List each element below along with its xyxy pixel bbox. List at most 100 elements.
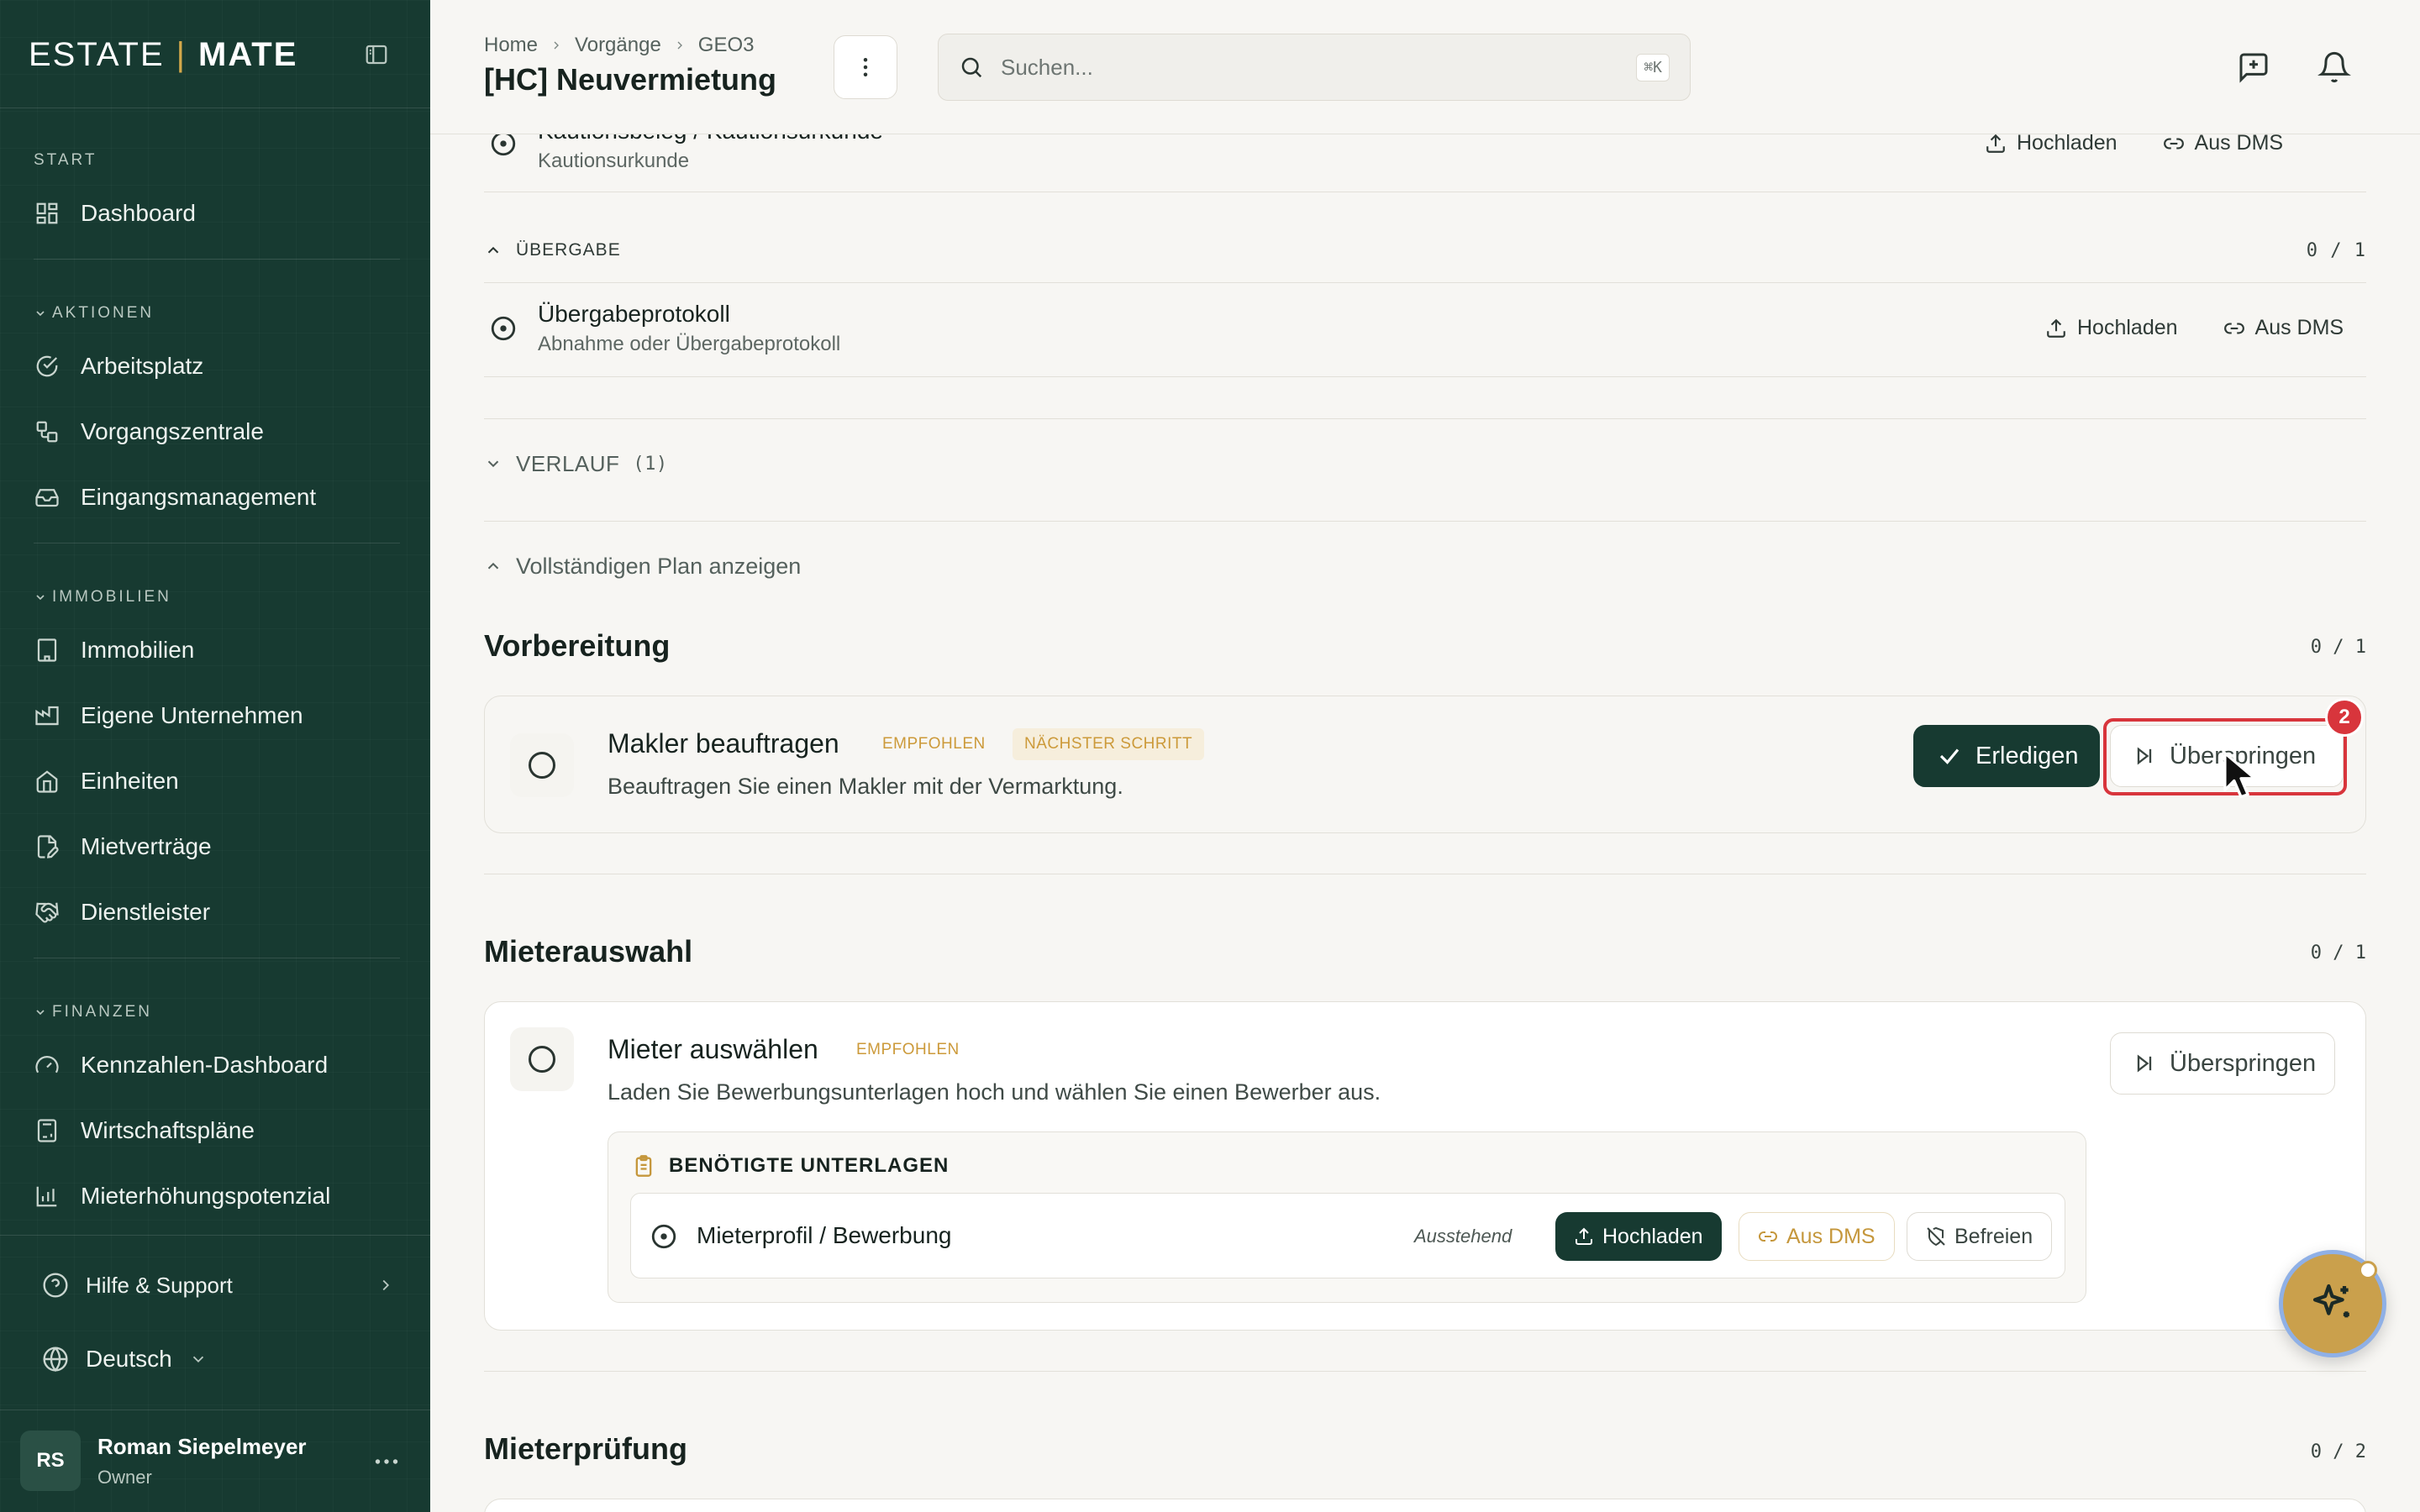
verlauf-toggle[interactable]: VERLAUF (1) (484, 447, 2366, 480)
dms-label: Aus DMS (2254, 316, 2344, 339)
section-title-mieterauswahl: Mieterauswahl (484, 934, 693, 969)
sidebar-item-wirtschaftsplaene[interactable]: Wirtschaftspläne (32, 1107, 402, 1154)
more-horizontal-icon[interactable] (371, 1446, 402, 1477)
chevron-right-icon (376, 1276, 395, 1294)
sidebar-item-label: Mieterhöhungspotenzial (81, 1183, 331, 1209)
divider (484, 521, 2366, 522)
sidebar-divider (0, 1235, 430, 1236)
sidebar-item-kennzahlen-dashboard[interactable]: Kennzahlen-Dashboard (32, 1042, 402, 1089)
sidebar-item-mieterhoehungspotenzial[interactable]: Mieterhöhungspotenzial (32, 1173, 402, 1220)
link-icon (1758, 1226, 1778, 1247)
required-documents-box: BENÖTIGTE UNTERLAGEN Mieterprofil / Bewe… (608, 1131, 2086, 1303)
breadcrumb-current[interactable]: GEO3 (698, 34, 755, 57)
notifications-button[interactable] (2312, 45, 2356, 89)
search-bar[interactable]: ⌘K (938, 34, 1691, 101)
sidebar-separator (34, 259, 400, 260)
section-label: AKTIONEN (52, 304, 155, 322)
upload-icon (1574, 1226, 1594, 1247)
help-circle-icon (42, 1272, 69, 1299)
brand-right: MATE (198, 35, 298, 73)
calculator-icon (32, 1116, 62, 1146)
upload-icon (2045, 318, 2067, 339)
section-immobilien[interactable]: IMMOBILIEN (34, 586, 171, 608)
from-dms-button[interactable]: Aus DMS (1739, 1212, 1895, 1261)
upload-button[interactable]: Hochladen (2045, 316, 2178, 340)
sparkles-icon (2309, 1280, 2356, 1327)
exempt-document-button[interactable]: Befreien (1907, 1212, 2053, 1261)
ai-assistant-button[interactable] (2279, 1250, 2386, 1357)
task-description: Beauftragen Sie einen Makler mit der Ver… (608, 774, 1123, 799)
more-actions-button[interactable] (834, 35, 897, 99)
upload-icon (1985, 133, 2007, 155)
sidebar-item-dashboard[interactable]: Dashboard (32, 190, 402, 237)
sidebar-item-immobilien[interactable]: Immobilien (32, 627, 402, 674)
section-title-vorbereitung: Vorbereitung (484, 628, 671, 663)
sidebar-item-label: Vorgangszentrale (81, 418, 264, 444)
breadcrumb-home[interactable]: Home (484, 34, 538, 57)
user-menu[interactable]: RS Roman Siepelmeyer Owner (20, 1428, 410, 1494)
sidebar-item-label: Wirtschaftspläne (81, 1117, 255, 1143)
home-icon (32, 766, 62, 796)
sidebar-toggle-icon (364, 42, 389, 67)
tag-naechster-schritt: NÄCHSTER SCHRITT (1013, 728, 1205, 760)
from-dms-button[interactable]: Aus DMS (2223, 316, 2344, 340)
pending-circle-icon (650, 1222, 678, 1251)
file-signature-icon (32, 832, 62, 862)
search-shortcut: ⌘K (1636, 53, 1670, 81)
dashboard-icon (32, 198, 62, 228)
required-documents-heading: BENÖTIGTE UNTERLAGEN (669, 1154, 950, 1177)
chevron-right-icon (550, 39, 563, 52)
full-plan-toggle[interactable]: Vollständigen Plan anzeigen (484, 549, 2366, 583)
complete-task-button[interactable]: Erledigen (1913, 725, 2100, 787)
task-title: Mieter auswählen (608, 1034, 818, 1064)
full-plan-label: Vollständigen Plan anzeigen (516, 553, 802, 579)
sidebar-item-dienstleister[interactable]: Dienstleister (32, 889, 402, 936)
sidebar-item-label: Eigene Unternehmen (81, 702, 303, 728)
avatar: RS (20, 1431, 81, 1491)
divider (484, 282, 2366, 283)
top-header: Home Vorgänge GEO3 [HC] Neuvermietung ⌘K (430, 0, 2420, 134)
section-start: START (34, 151, 97, 169)
language-select[interactable]: Deutsch (42, 1336, 395, 1383)
sidebar-item-einheiten[interactable]: Einheiten (32, 758, 402, 805)
upload-button[interactable]: Hochladen (1985, 131, 2118, 155)
link-icon (2223, 318, 2245, 339)
chevron-up-icon (484, 241, 502, 260)
sidebar-item-vorgangszentrale[interactable]: Vorgangszentrale (32, 408, 402, 455)
user-role: Owner (97, 1466, 152, 1488)
search-input[interactable] (1001, 54, 1620, 81)
feedback-button[interactable] (2232, 45, 2275, 89)
chevron-up-icon (484, 557, 502, 575)
sidebar-item-mietvertraege[interactable]: Mietverträge (32, 823, 402, 870)
section-finanzen[interactable]: FINANZEN (34, 1001, 152, 1023)
brand-logo[interactable]: ESTATE | MATE (29, 34, 297, 76)
chevron-right-icon (673, 39, 687, 52)
task-complete-radio[interactable] (510, 1027, 574, 1091)
section-label: FINANZEN (52, 1003, 152, 1021)
upload-document-button[interactable]: Hochladen (1555, 1212, 1722, 1261)
sidebar-item-eingangsmanagement[interactable]: Eingangsmanagement (32, 474, 402, 521)
section-count: 0 / 1 (2310, 637, 2366, 658)
breadcrumb-vorgaenge[interactable]: Vorgänge (575, 34, 661, 57)
shield-off-icon (1926, 1226, 1946, 1247)
sidebar-item-arbeitsplatz[interactable]: Arbeitsplatz (32, 343, 402, 390)
brand-separator: | (176, 35, 187, 73)
upload-label: Hochladen (2077, 316, 2178, 339)
gauge-icon (32, 1050, 62, 1080)
task-complete-radio[interactable] (510, 733, 574, 797)
help-support-link[interactable]: Hilfe & Support (42, 1262, 395, 1309)
from-dms-button[interactable]: Aus DMS (2163, 131, 2283, 155)
upload-label: Hochladen (1602, 1224, 1703, 1248)
section-aktionen[interactable]: AKTIONEN (34, 302, 154, 324)
message-plus-icon (2237, 50, 2270, 84)
search-icon (959, 55, 984, 80)
skip-task-button[interactable]: Überspringen (2110, 1032, 2335, 1095)
sidebar-toggle-button[interactable] (355, 34, 398, 76)
complete-label: Erledigen (1975, 742, 2079, 769)
sidebar-item-label: Immobilien (81, 637, 195, 663)
breadcrumb: Home Vorgänge GEO3 (484, 34, 755, 57)
chevron-down-icon (34, 1005, 47, 1019)
sidebar-item-eigene-unternehmen[interactable]: Eigene Unternehmen (32, 692, 402, 739)
section-title-mieterpruefung: Mieterprüfung (484, 1431, 687, 1466)
group-uebergabe-header[interactable]: ÜBERGABE 0 / 1 (484, 234, 2366, 267)
